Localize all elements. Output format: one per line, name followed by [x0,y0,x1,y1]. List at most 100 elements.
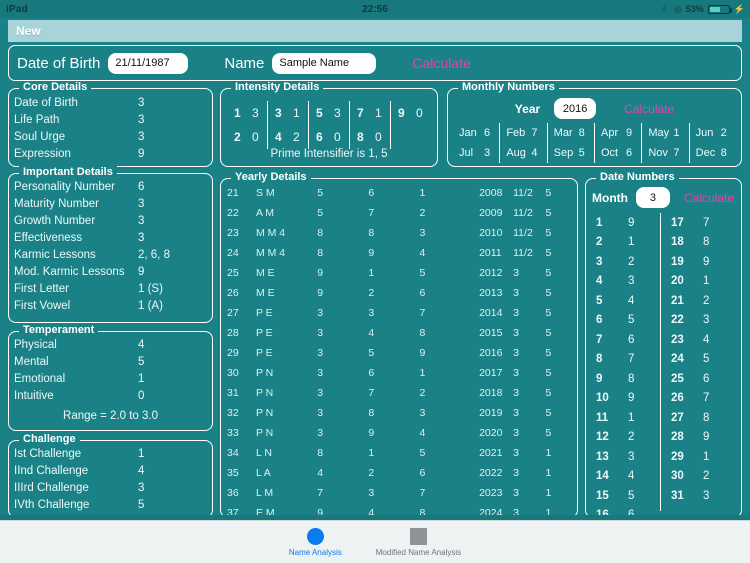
table-cell: 29 [227,347,239,359]
table-cell: 2014 [479,307,503,319]
table-cell: 6 [368,367,375,379]
table-row: 26 M E 9 2 6 2013 3 5 [227,283,571,303]
important-details-legend: Important Details [19,166,117,178]
date-number-row: 17 7 [671,213,735,233]
table-cell: 3 [317,327,324,339]
row-key: Ist Challenge [14,448,82,460]
challenge-row-2: IInd Challenge 4 [14,465,207,477]
monthly-column: Mar 8 Sep 5 [546,123,594,163]
date-value: 3 [703,489,710,502]
table-cell: 3 [317,307,324,319]
month-value: 6 [625,147,633,159]
intensity-number: 5 [316,106,323,120]
table-cell: 3 [317,367,324,379]
intensity-value: 1 [375,106,382,120]
tab-label: Modified Name Analysis [375,547,462,557]
monthly-calculate-button[interactable]: Calculate [624,102,674,116]
table-cell: 3 [513,367,519,379]
date-value: 3 [703,314,710,327]
crescent-moon-icon: ☾ [661,3,670,14]
table-row: 36 L M 7 3 7 2023 3 1 [227,483,571,503]
date-value: 3 [628,450,635,463]
intensity-cell: 3 1 [275,106,308,120]
date-day: 19 [671,255,684,268]
table-cell: 9 [368,427,375,439]
table-cell: 2008 [479,187,503,199]
row-key: IIIrd Challenge [14,482,89,494]
table-cell: 2016 [479,347,503,359]
table-cell: M E [255,287,275,299]
month-value: 2 [720,127,727,139]
name-input[interactable]: Sample Name [272,52,377,74]
square-icon [409,527,427,545]
battery-percent: 53% [685,4,704,14]
row-key: First Letter [14,283,69,295]
table-row: 31 P N 3 7 2 2018 3 5 [227,383,571,403]
date-value: 8 [703,236,710,249]
date-number-row: 15 5 [596,486,660,506]
date-number-row: 30 2 [671,467,735,487]
date-numbers-grid: 192132435465768798109111122133144155166 … [592,213,735,521]
date-number-row: 19 9 [671,252,735,272]
date-number-row: 29 1 [671,447,735,467]
table-cell: 5 [545,267,552,279]
month-value: 9 [625,127,633,139]
calculate-button[interactable]: Calculate [412,55,470,71]
table-cell: 7 [419,307,426,319]
table-cell: 5 [545,327,552,339]
table-cell: 1 [419,187,426,199]
row-key: Physical [14,339,57,351]
monthly-cell: Jul 3 [459,147,499,159]
month-value: 3 [484,147,491,159]
date-day: 28 [671,431,684,444]
row-key: Intuitive [14,390,54,402]
month-value: 6 [484,127,491,139]
table-cell: 3 [419,227,426,239]
date-day: 22 [671,314,684,327]
intensity-value: 3 [334,106,341,120]
table-cell: 21 [227,187,239,199]
table-cell: L N [255,447,272,459]
month-input[interactable]: 3 [635,187,670,208]
table-cell: 3 [513,407,519,419]
intensity-cell: 8 0 [357,130,390,144]
month-value: 1 [673,127,680,139]
date-value: 2 [628,431,635,444]
table-cell: 7 [368,207,375,219]
date-day: 10 [596,392,609,405]
core-details-panel: Core Details Date of Birth 3 Life Path 3… [8,81,213,167]
row-value: 1 (A) [138,300,163,312]
table-row: 22 A M 5 7 2 2009 11/2 5 [227,203,571,223]
challenge-row-4: IVth Challenge 5 [14,499,207,511]
date-number-row: 21 2 [671,291,735,311]
date-of-birth-input[interactable]: 21/11/1987 [108,52,189,74]
table-row: 21 S M 5 6 1 2008 11/2 5 [227,183,571,203]
table-cell: 4 [419,427,426,439]
table-cell: 7 [419,487,426,499]
table-cell: 1 [545,447,552,459]
date-day: 31 [671,489,684,502]
intensity-column: 9 0 [390,101,431,149]
tab-modified-name-analysis[interactable]: Modified Name Analysis [375,527,462,557]
month-value: 8 [720,147,727,159]
table-cell: 5 [368,347,375,359]
row-key: Growth Number [14,215,96,227]
tab-name-analysis[interactable]: Name Analysis [289,527,342,557]
table-cell: P E [255,347,273,359]
table-cell: P N [255,407,274,419]
row-value: 0 [138,390,145,402]
intensity-column: 1 3 2 0 [227,101,267,149]
table-row: 28 P E 3 4 8 2015 3 5 [227,323,571,343]
year-input[interactable]: 2016 [554,98,597,119]
month-name: Sep [553,147,574,159]
row-value: 3 [138,482,145,494]
date-day: 17 [671,216,684,229]
table-row: 30 P N 3 6 1 2017 3 5 [227,363,571,383]
date-number-row: 76 [596,330,660,350]
tab-bar: Name Analysis Modified Name Analysis [0,520,750,563]
date-numbers-calculate-button[interactable]: Calculate [684,191,734,205]
date-value: 6 [703,372,710,385]
row-value: 1 [138,448,145,460]
table-cell: P E [255,307,273,319]
table-cell: 3 [513,467,519,479]
